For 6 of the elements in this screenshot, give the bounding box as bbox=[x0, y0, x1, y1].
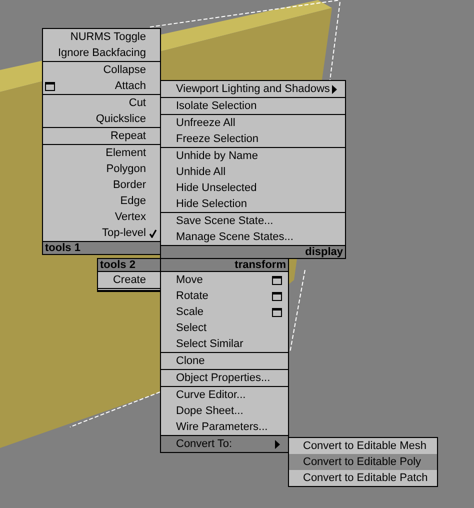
menu-header: tools 2 bbox=[98, 259, 160, 272]
menu-item[interactable]: Convert to Editable Poly bbox=[289, 454, 437, 470]
menu-header: tools 1 bbox=[43, 241, 160, 254]
menu-header: display bbox=[161, 245, 345, 258]
menu-item[interactable]: Convert To: bbox=[161, 436, 288, 452]
menu-header: transform bbox=[161, 259, 288, 272]
